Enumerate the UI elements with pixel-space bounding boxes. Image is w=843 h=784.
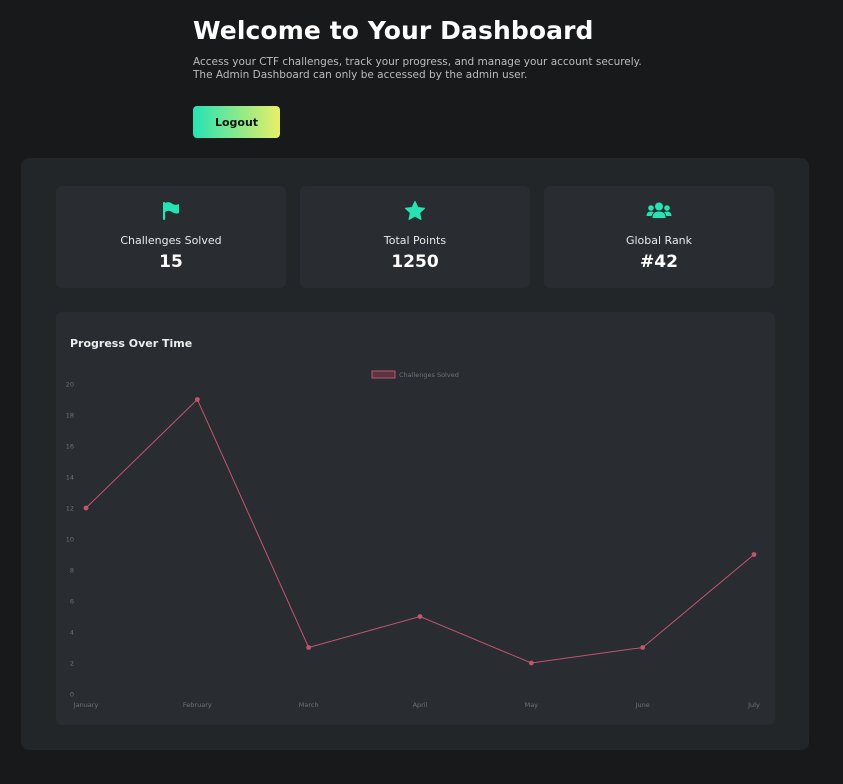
x-tick-label: July — [747, 701, 760, 709]
x-tick-label: April — [413, 701, 428, 709]
stat-value: #42 — [640, 252, 678, 272]
stat-value: 1250 — [391, 252, 439, 272]
x-tick-label: March — [299, 701, 319, 709]
y-tick-label: 12 — [66, 505, 74, 513]
data-point — [306, 645, 312, 650]
stat-card-challenges: Challenges Solved 15 — [56, 186, 286, 288]
page-title: Welcome to Your Dashboard — [193, 16, 594, 45]
x-tick-label: June — [635, 701, 650, 709]
series-line — [85, 398, 755, 664]
star-icon — [300, 200, 530, 222]
chart-card: Progress Over Time 0 2 4 6 8 10 12 14 16 18 20 Janu… — [56, 312, 775, 725]
stat-label: Challenges Solved — [120, 234, 222, 247]
y-tick-label: 16 — [66, 443, 74, 451]
y-tick-label: 18 — [66, 412, 74, 420]
y-tick-label: 10 — [66, 536, 74, 544]
data-point — [640, 645, 646, 650]
y-tick-label: 14 — [66, 474, 74, 482]
y-tick-label: 8 — [70, 567, 74, 575]
data-point — [417, 614, 423, 619]
y-tick-label: 0 — [70, 691, 74, 699]
legend-label: Challenges Solved — [399, 371, 459, 379]
data-point — [528, 660, 534, 666]
legend-swatch — [371, 370, 396, 379]
progress-chart: 0 2 4 6 8 10 12 14 16 18 20 January February March Apr… — [66, 370, 760, 709]
subtitle: Access your CTF challenges, track your p… — [193, 56, 793, 82]
stat-card-rank: Global Rank #42 — [544, 186, 774, 288]
logout-button[interactable]: Logout — [193, 106, 280, 138]
subtitle-line: Access your CTF challenges, track your p… — [193, 56, 642, 68]
data-point — [751, 552, 757, 557]
subtitle-line: The Admin Dashboard can only be accessed… — [193, 69, 528, 81]
dashboard-panel: Challenges Solved 15 Total Points 1250 G… — [21, 158, 809, 750]
users-icon — [544, 200, 774, 222]
y-tick-label: 2 — [70, 660, 74, 668]
stat-label: Total Points — [383, 234, 447, 247]
y-tick-label: 6 — [70, 598, 74, 606]
data-point — [83, 505, 89, 511]
y-tick-label: 20 — [66, 381, 74, 389]
stat-value: 15 — [159, 252, 183, 272]
stat-card-points: Total Points 1250 — [300, 186, 530, 288]
data-point — [194, 397, 200, 402]
x-tick-label: January — [73, 701, 99, 709]
stat-label: Global Rank — [625, 234, 693, 247]
header: Welcome to Your Dashboard Access your CT… — [193, 14, 793, 82]
y-tick-label: 4 — [70, 629, 74, 637]
x-tick-label: February — [183, 701, 212, 709]
flag-icon — [56, 200, 286, 222]
x-tick-label: May — [525, 701, 539, 709]
